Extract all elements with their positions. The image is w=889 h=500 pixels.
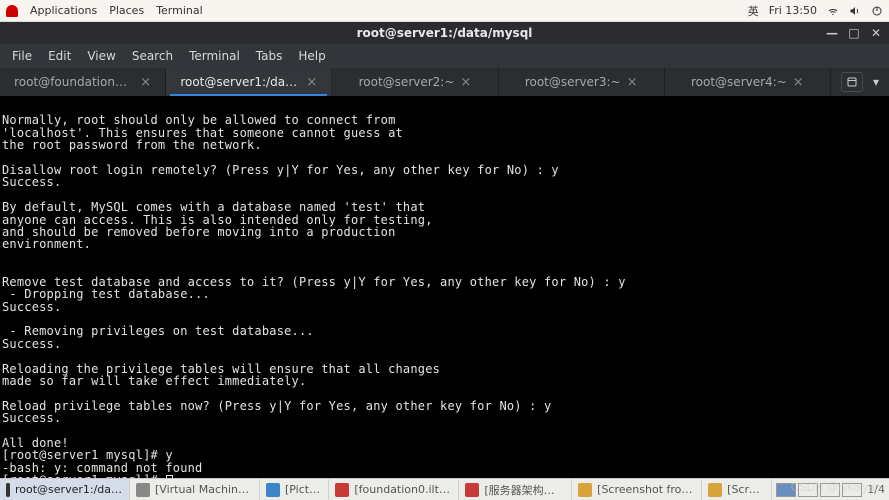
- distro-icon: [6, 5, 18, 17]
- shot-icon: [578, 483, 592, 497]
- topbar-places[interactable]: Places: [109, 4, 144, 17]
- minimize-button[interactable]: —: [825, 26, 839, 40]
- menu-file[interactable]: File: [6, 47, 38, 65]
- tab-close-icon[interactable]: ×: [627, 75, 638, 90]
- workspace-pager[interactable]: 1/4: [772, 479, 889, 500]
- vm-icon: [136, 483, 150, 497]
- tab-close-icon[interactable]: ×: [460, 75, 471, 90]
- terminal-tab[interactable]: root@server3:~ ×: [499, 68, 665, 96]
- task-label: [Screen…: [727, 483, 765, 496]
- close-button[interactable]: ✕: [869, 26, 883, 40]
- terminal-tab[interactable]: root@server4:~ ×: [665, 68, 831, 96]
- new-tab-button[interactable]: [841, 72, 863, 92]
- tab-label: root@server1:/data/mysql: [180, 75, 300, 89]
- tab-label: root@foundation16:/var/w…: [14, 75, 134, 89]
- menu-terminal[interactable]: Terminal: [183, 47, 246, 65]
- task-label: [Virtual Machine Manag…: [155, 483, 253, 496]
- pdf-icon: [335, 483, 349, 497]
- taskbar-task[interactable]: root@server1:/data/m…: [0, 479, 130, 500]
- terminal-tab[interactable]: root@server1:/data/mysql ×: [166, 68, 332, 96]
- ime-indicator[interactable]: 英: [748, 3, 759, 19]
- power-icon[interactable]: [871, 5, 883, 17]
- terminal-window: root@server1:/data/mysql — □ ✕ File Edit…: [0, 22, 889, 478]
- taskbar-task[interactable]: [服务器架构演变.pdf]: [459, 479, 572, 500]
- pic-icon: [266, 483, 280, 497]
- task-label: [Pictures]: [285, 483, 322, 496]
- gnome-topbar: Applications Places Terminal 英 Fri 13:50: [0, 0, 889, 22]
- menu-search[interactable]: Search: [126, 47, 179, 65]
- pager-label: 1/4: [867, 483, 885, 496]
- taskbar-task[interactable]: [Screenshot from 202…: [572, 479, 702, 500]
- clock-label[interactable]: Fri 13:50: [769, 4, 817, 17]
- tab-close-icon[interactable]: ×: [140, 75, 151, 90]
- gnome-taskbar: root@server1:/data/m… [Virtual Machine Ma…: [0, 478, 889, 500]
- task-label: [foundation0.ilt.exampl…: [354, 483, 452, 496]
- window-title: root@server1:/data/mysql: [357, 26, 533, 40]
- tab-overflow-icon[interactable]: ▾: [873, 75, 879, 89]
- taskbar-task[interactable]: [Virtual Machine Manag…: [130, 479, 260, 500]
- tab-label: root@server2:~: [359, 75, 455, 89]
- terminal-tab[interactable]: root@server2:~ ×: [332, 68, 498, 96]
- topbar-applications[interactable]: Applications: [30, 4, 97, 17]
- task-label: [服务器架构演变.pdf]: [484, 482, 565, 498]
- tab-close-icon[interactable]: ×: [793, 75, 804, 90]
- menu-edit[interactable]: Edit: [42, 47, 77, 65]
- menu-view[interactable]: View: [81, 47, 121, 65]
- task-label: root@server1:/data/m…: [15, 483, 123, 496]
- tab-close-icon[interactable]: ×: [306, 75, 317, 90]
- terminal-menubar: File Edit View Search Terminal Tabs Help: [0, 44, 889, 68]
- volume-icon[interactable]: [849, 5, 861, 17]
- terminal-output[interactable]: Normally, root should only be allowed to…: [0, 96, 889, 478]
- network-icon[interactable]: [827, 5, 839, 17]
- shot-icon: [708, 483, 722, 497]
- tab-label: root@server4:~: [691, 75, 787, 89]
- tab-label: root@server3:~: [525, 75, 621, 89]
- term-icon: [6, 483, 10, 497]
- pdf-icon: [465, 483, 479, 497]
- menu-help[interactable]: Help: [292, 47, 331, 65]
- terminal-tab[interactable]: root@foundation16:/var/w… ×: [0, 68, 166, 96]
- taskbar-task[interactable]: [Screen…: [702, 479, 772, 500]
- taskbar-task[interactable]: [Pictures]: [260, 479, 329, 500]
- window-titlebar: root@server1:/data/mysql — □ ✕: [0, 22, 889, 44]
- menu-tabs[interactable]: Tabs: [250, 47, 289, 65]
- task-label: [Screenshot from 202…: [597, 483, 695, 496]
- topbar-terminal[interactable]: Terminal: [156, 4, 203, 17]
- terminal-tabbar: root@foundation16:/var/w…×root@server1:/…: [0, 68, 889, 96]
- maximize-button[interactable]: □: [847, 26, 861, 40]
- taskbar-task[interactable]: [foundation0.ilt.exampl…: [329, 479, 459, 500]
